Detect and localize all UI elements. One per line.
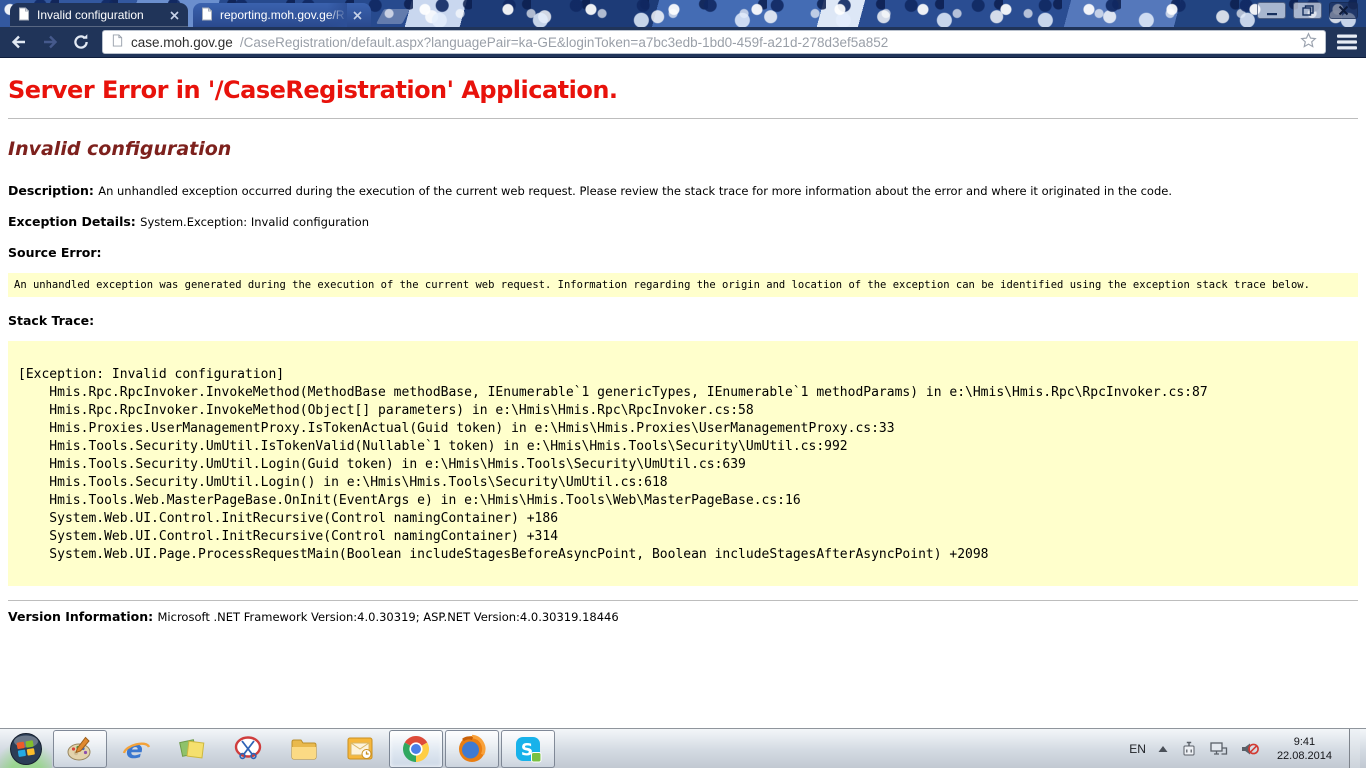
browser-toolbar: case.moh.gov.ge /CaseRegistration/defaul… bbox=[0, 27, 1366, 58]
snipping-tool-icon bbox=[233, 734, 263, 764]
tab-invalid-configuration[interactable]: Invalid configuration bbox=[10, 3, 188, 27]
stack-trace: [Exception: Invalid configuration] Hmis.… bbox=[8, 341, 1358, 586]
taskbar-item-chrome[interactable] bbox=[389, 730, 443, 768]
volume-muted-icon[interactable] bbox=[1240, 740, 1260, 758]
system-tray: EN bbox=[1129, 729, 1366, 768]
taskbar-item-skype[interactable]: S bbox=[501, 730, 555, 768]
start-button[interactable] bbox=[0, 729, 52, 768]
svg-text:e: e bbox=[126, 735, 143, 764]
reload-button[interactable] bbox=[71, 32, 91, 52]
tab-close-icon[interactable] bbox=[167, 8, 181, 22]
network-icon[interactable] bbox=[1209, 740, 1229, 758]
source-error-label: Source Error: bbox=[8, 246, 1358, 260]
divider bbox=[8, 118, 1358, 119]
taskbar-item-file-explorer[interactable] bbox=[277, 730, 331, 768]
tab-reporting[interactable]: reporting.moh.gov.ge/Rep bbox=[193, 3, 371, 27]
internet-explorer-icon: e bbox=[121, 734, 151, 764]
forward-button[interactable] bbox=[40, 32, 60, 52]
divider bbox=[8, 600, 1358, 601]
page-favicon-icon bbox=[17, 7, 31, 24]
taskbar-item-sticky-notes[interactable] bbox=[165, 730, 219, 768]
exception-details-label: Exception Details: bbox=[8, 214, 140, 229]
paint-icon bbox=[65, 734, 95, 764]
chrome-menu-icon[interactable] bbox=[1337, 34, 1357, 50]
hidden-icons-arrow-icon[interactable] bbox=[1157, 744, 1169, 754]
tab-close-icon[interactable] bbox=[350, 8, 364, 22]
close-button[interactable] bbox=[1329, 2, 1358, 19]
taskbar: e bbox=[0, 728, 1366, 768]
minimize-button[interactable] bbox=[1257, 2, 1286, 19]
url-domain: case.moh.gov.ge bbox=[131, 35, 233, 50]
back-button[interactable] bbox=[9, 32, 29, 52]
clock-time: 9:41 bbox=[1277, 735, 1332, 749]
browser-titlebar: Invalid configuration reporting.moh.gov.… bbox=[0, 0, 1366, 27]
exception-details-line: Exception Details: System.Exception: Inv… bbox=[8, 215, 1358, 229]
language-indicator[interactable]: EN bbox=[1129, 742, 1146, 756]
tab-title: reporting.moh.gov.ge/Rep bbox=[220, 8, 344, 22]
error-subtitle: Invalid configuration bbox=[8, 138, 1358, 160]
tab-title: Invalid configuration bbox=[37, 8, 161, 22]
description-line: Description: An unhandled exception occu… bbox=[8, 184, 1358, 198]
page-icon bbox=[111, 34, 124, 50]
taskbar-item-outlook[interactable] bbox=[333, 730, 387, 768]
skype-icon: S bbox=[513, 734, 543, 764]
description-label: Description: bbox=[8, 183, 98, 198]
address-bar[interactable]: case.moh.gov.ge /CaseRegistration/defaul… bbox=[102, 30, 1326, 54]
source-error-box: An unhandled exception was generated dur… bbox=[8, 273, 1358, 297]
clock-date: 22.08.2014 bbox=[1277, 749, 1332, 763]
outlook-icon bbox=[345, 734, 375, 764]
taskbar-clock[interactable]: 9:41 22.08.2014 bbox=[1271, 735, 1338, 763]
version-text: Microsoft .NET Framework Version:4.0.303… bbox=[158, 610, 619, 624]
chrome-icon bbox=[401, 734, 431, 764]
page-title: Server Error in '/CaseRegistration' Appl… bbox=[8, 76, 1358, 104]
taskbar-item-firefox[interactable] bbox=[445, 730, 499, 768]
description-text: An unhandled exception occurred during t… bbox=[98, 184, 1172, 198]
tab-strip: Invalid configuration reporting.moh.gov.… bbox=[10, 3, 406, 27]
window-controls bbox=[1257, 2, 1358, 19]
error-page: Server Error in '/CaseRegistration' Appl… bbox=[0, 58, 1366, 728]
page-favicon-icon bbox=[200, 7, 214, 24]
version-information: Version Information: Microsoft .NET Fram… bbox=[8, 609, 1358, 624]
exception-details-text: System.Exception: Invalid configuration bbox=[140, 215, 369, 229]
screen: Invalid configuration reporting.moh.gov.… bbox=[0, 0, 1366, 768]
url-path: /CaseRegistration/default.aspx?languageP… bbox=[240, 35, 1293, 50]
restore-button[interactable] bbox=[1293, 2, 1322, 19]
windows-logo-icon bbox=[9, 732, 43, 766]
taskbar-item-internet-explorer[interactable]: e bbox=[109, 730, 163, 768]
taskbar-item-paint[interactable] bbox=[53, 730, 107, 768]
version-label: Version Information: bbox=[8, 609, 158, 624]
sticky-notes-icon bbox=[177, 734, 207, 764]
safely-remove-hardware-icon[interactable] bbox=[1180, 740, 1198, 758]
show-desktop-button[interactable] bbox=[1349, 729, 1360, 768]
stack-trace-label: Stack Trace: bbox=[8, 314, 1358, 328]
taskbar-item-snipping-tool[interactable] bbox=[221, 730, 275, 768]
new-tab-button[interactable] bbox=[376, 9, 410, 24]
bookmark-star-icon[interactable] bbox=[1300, 32, 1317, 52]
folder-icon bbox=[289, 734, 319, 764]
firefox-icon bbox=[457, 734, 487, 764]
